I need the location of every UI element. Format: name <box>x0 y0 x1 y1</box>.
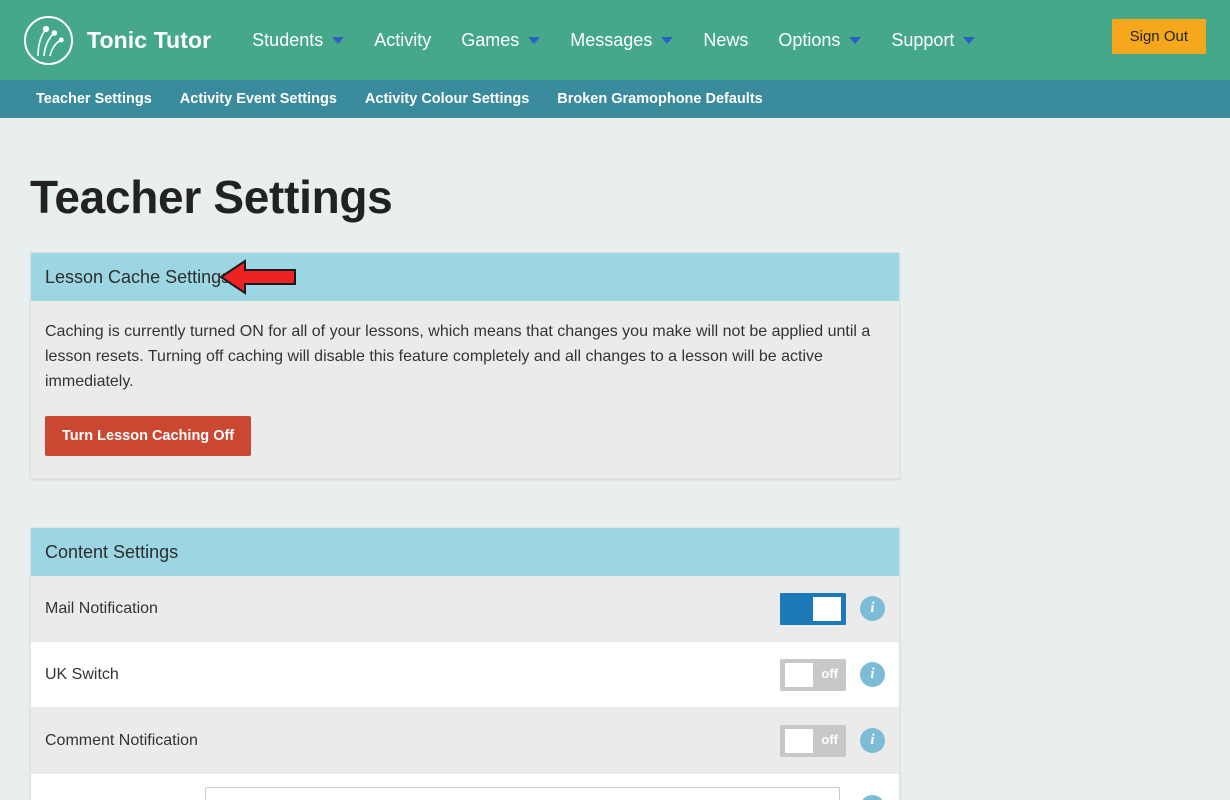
info-icon[interactable]: i <box>860 596 885 621</box>
subnav-item-activity-event-settings[interactable]: Activity Event Settings <box>166 91 351 107</box>
chevron-down-icon <box>963 37 975 44</box>
setting-label-messages-per-page: Messages Per Page <box>45 796 205 800</box>
table-row: Messages Per Page 10 i <box>31 774 899 800</box>
content-settings-panel-title: Content Settings <box>45 542 178 563</box>
nav-item-news[interactable]: News <box>688 0 763 80</box>
lesson-cache-description: Caching is currently turned ON for all o… <box>45 319 881 394</box>
content-settings-panel-header: Content Settings <box>31 528 899 576</box>
toggle-state-label: off <box>821 666 838 681</box>
nav-item-label: Students <box>252 30 323 51</box>
content-settings-panel: Content Settings Mail Notification i UK … <box>30 527 900 800</box>
turn-lesson-caching-off-button[interactable]: Turn Lesson Caching Off <box>45 416 251 456</box>
comment-notification-toggle[interactable]: off <box>780 725 846 757</box>
main-content: Teacher Settings Lesson Cache Settings C… <box>0 170 1230 800</box>
info-icon[interactable]: i <box>860 795 885 800</box>
sign-out-button[interactable]: Sign Out <box>1112 19 1206 54</box>
chevron-down-icon <box>528 37 540 44</box>
lesson-cache-panel-title: Lesson Cache Settings <box>45 267 230 288</box>
info-icon[interactable]: i <box>860 662 885 687</box>
page-title: Teacher Settings <box>30 170 1200 224</box>
toggle-knob <box>785 663 813 687</box>
setting-control-group: off i <box>205 659 885 691</box>
top-navigation-bar: Tonic Tutor Students Activity Games Mess… <box>0 0 1230 80</box>
primary-nav-items: Students Activity Games Messages News Op… <box>237 0 990 80</box>
setting-control-group: off i <box>205 725 885 757</box>
subnav-item-broken-gramophone-defaults[interactable]: Broken Gramophone Defaults <box>543 91 776 107</box>
nav-item-activity[interactable]: Activity <box>359 0 446 80</box>
lesson-cache-panel-body: Caching is currently turned ON for all o… <box>31 301 899 478</box>
setting-control-group: 10 i <box>205 787 885 800</box>
uk-switch-toggle[interactable]: off <box>780 659 846 691</box>
toggle-knob <box>785 729 813 753</box>
chevron-down-icon <box>661 37 673 44</box>
table-row: Mail Notification i <box>31 576 899 642</box>
table-row: UK Switch off i <box>31 642 899 708</box>
nav-item-support[interactable]: Support <box>876 0 990 80</box>
setting-label-uk-switch: UK Switch <box>45 663 205 687</box>
chevron-down-icon <box>849 37 861 44</box>
nav-item-options[interactable]: Options <box>763 0 876 80</box>
nav-item-games[interactable]: Games <box>446 0 555 80</box>
chevron-down-icon <box>332 37 344 44</box>
left-arrow-annotation-icon <box>219 257 299 297</box>
nav-item-label: Options <box>778 30 840 51</box>
tonic-tutor-logo-icon <box>24 16 73 65</box>
lesson-cache-panel-header: Lesson Cache Settings <box>31 253 899 301</box>
table-row: Comment Notification off i <box>31 708 899 774</box>
subnav-item-teacher-settings[interactable]: Teacher Settings <box>22 91 166 107</box>
nav-item-label: Activity <box>374 30 431 51</box>
toggle-state-label: off <box>821 732 838 747</box>
nav-item-label: Support <box>891 30 954 51</box>
toggle-knob <box>813 597 841 621</box>
nav-item-label: Games <box>461 30 519 51</box>
info-icon[interactable]: i <box>860 728 885 753</box>
brand-name: Tonic Tutor <box>87 27 211 54</box>
brand-home-link[interactable]: Tonic Tutor <box>24 16 211 65</box>
nav-item-students[interactable]: Students <box>237 0 359 80</box>
lesson-cache-settings-panel: Lesson Cache Settings Caching is current… <box>30 252 900 479</box>
setting-label-comment-notification: Comment Notification <box>45 729 205 753</box>
setting-label-mail-notification: Mail Notification <box>45 597 205 621</box>
messages-per-page-select-wrapper: 10 <box>205 787 840 800</box>
nav-item-label: Messages <box>570 30 652 51</box>
mail-notification-toggle[interactable] <box>780 593 846 625</box>
secondary-navigation-bar: Teacher Settings Activity Event Settings… <box>0 80 1230 118</box>
subnav-item-activity-colour-settings[interactable]: Activity Colour Settings <box>351 91 543 107</box>
nav-item-messages[interactable]: Messages <box>555 0 688 80</box>
nav-item-label: News <box>703 30 748 51</box>
messages-per-page-select[interactable]: 10 <box>205 787 840 800</box>
setting-control-group: i <box>205 593 885 625</box>
